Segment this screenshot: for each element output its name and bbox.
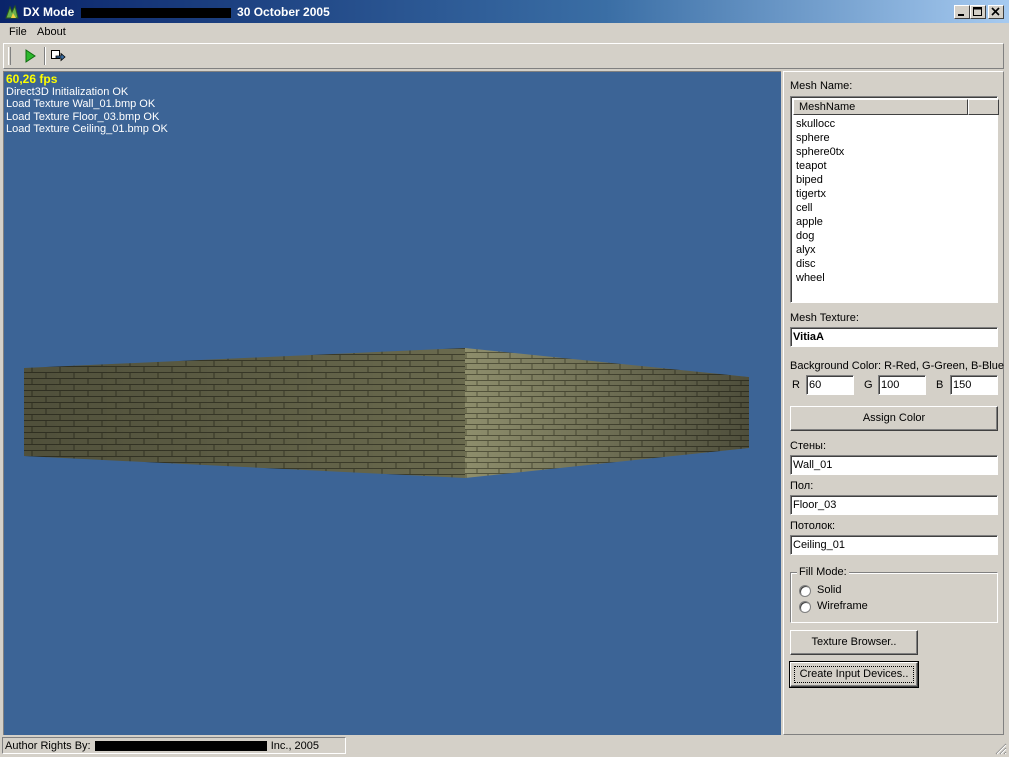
menu-bar: File About bbox=[0, 23, 1009, 42]
window-title-suffix: 30 October 2005 bbox=[237, 5, 330, 19]
menu-about[interactable]: About bbox=[37, 26, 66, 38]
render-viewport[interactable]: 60,26 fps Direct3D Initialization OK Loa… bbox=[3, 71, 781, 735]
window-title: DX Mode 30 October 2005 bbox=[23, 5, 330, 19]
menu-file[interactable]: File bbox=[9, 26, 27, 38]
render-log: 60,26 fps Direct3D Initialization OK Loa… bbox=[6, 73, 168, 136]
status-bar: Author Rights By: Inc., 2005 bbox=[0, 735, 1009, 757]
maximize-button[interactable] bbox=[970, 5, 986, 19]
fill-mode-label: Fill Mode: bbox=[797, 566, 849, 578]
mesh-name-label: Mesh Name: bbox=[790, 80, 853, 92]
fill-wireframe-label: Wireframe bbox=[817, 600, 868, 612]
column-header-meshname[interactable]: MeshName bbox=[793, 99, 968, 115]
toolbar-grip[interactable] bbox=[8, 47, 11, 65]
toolbar bbox=[3, 43, 1004, 69]
list-item[interactable]: sphere bbox=[796, 131, 996, 145]
fill-solid-label: Solid bbox=[817, 584, 842, 596]
list-item[interactable]: disc bbox=[796, 257, 996, 271]
bg-color-label: Background Color: R-Red, G-Green, B-Blue bbox=[790, 360, 1004, 372]
r-label: R bbox=[792, 379, 800, 391]
rendered-room-wall bbox=[24, 348, 749, 478]
mesh-texture-field[interactable]: VitiaA bbox=[790, 327, 998, 347]
mesh-list-items: skullocc sphere sphere0tx teapot biped t… bbox=[796, 117, 996, 285]
fill-mode-group: Fill Mode: Solid Wireframe bbox=[790, 566, 998, 623]
resize-grip-icon[interactable] bbox=[994, 742, 1007, 755]
list-item[interactable]: tigertx bbox=[796, 187, 996, 201]
fps-counter: 60,26 fps bbox=[6, 72, 58, 86]
assign-color-button[interactable]: Assign Color bbox=[790, 406, 998, 431]
app-icon bbox=[5, 4, 19, 19]
list-item[interactable]: sphere0tx bbox=[796, 145, 996, 159]
list-item[interactable]: biped bbox=[796, 173, 996, 187]
list-item[interactable]: dog bbox=[796, 229, 996, 243]
mesh-texture-label: Mesh Texture: bbox=[790, 312, 859, 324]
ceiling-texture-field[interactable]: Ceiling_01 bbox=[790, 535, 998, 555]
b-label: B bbox=[936, 379, 944, 391]
column-header-empty[interactable] bbox=[968, 99, 999, 115]
author-prefix: Author Rights By: bbox=[5, 740, 91, 752]
g-value-field[interactable]: 100 bbox=[878, 375, 926, 395]
floor-texture-field[interactable]: Floor_03 bbox=[790, 495, 998, 515]
export-button[interactable] bbox=[48, 47, 68, 65]
window-title-prefix: DX Mode bbox=[23, 5, 75, 19]
list-item[interactable]: alyx bbox=[796, 243, 996, 257]
focus-rect bbox=[794, 666, 914, 683]
list-item[interactable]: teapot bbox=[796, 159, 996, 173]
close-button[interactable] bbox=[988, 5, 1004, 19]
settings-panel: Mesh Name: MeshName skullocc sphere sphe… bbox=[783, 71, 1004, 735]
close-icon bbox=[991, 7, 1000, 16]
log-line: Load Texture Ceiling_01.bmp OK bbox=[6, 123, 168, 136]
maximize-icon bbox=[973, 7, 982, 16]
floor-label: Пол: bbox=[790, 480, 814, 492]
list-item[interactable]: skullocc bbox=[796, 117, 996, 131]
list-item[interactable]: cell bbox=[796, 201, 996, 215]
create-input-devices-button[interactable]: Create Input Devices.. bbox=[789, 661, 919, 688]
minimize-button[interactable] bbox=[954, 5, 970, 19]
g-label: G bbox=[864, 379, 873, 391]
walls-texture-field[interactable]: Wall_01 bbox=[790, 455, 998, 475]
list-item[interactable]: wheel bbox=[796, 271, 996, 285]
export-icon bbox=[51, 50, 66, 62]
redacted-text bbox=[80, 7, 231, 18]
ceiling-label: Потолок: bbox=[790, 520, 836, 532]
radio-icon[interactable] bbox=[799, 601, 811, 613]
play-icon bbox=[25, 49, 36, 63]
mesh-list[interactable]: MeshName skullocc sphere sphere0tx teapo… bbox=[790, 96, 999, 303]
title-bar[interactable]: DX Mode 30 October 2005 bbox=[0, 0, 1009, 23]
texture-browser-button[interactable]: Texture Browser.. bbox=[790, 630, 918, 655]
run-button[interactable] bbox=[20, 47, 40, 65]
b-value-field[interactable]: 150 bbox=[950, 375, 998, 395]
minimize-icon bbox=[958, 14, 964, 16]
log-line: Load Texture Floor_03.bmp OK bbox=[6, 110, 160, 123]
toolbar-separator bbox=[44, 47, 46, 65]
list-item[interactable]: apple bbox=[796, 215, 996, 229]
walls-label: Стены: bbox=[790, 440, 827, 452]
status-pane-author: Author Rights By: Inc., 2005 bbox=[2, 737, 346, 754]
radio-icon[interactable] bbox=[799, 585, 811, 597]
redacted-text bbox=[94, 741, 267, 752]
log-line: Load Texture Wall_01.bmp OK bbox=[6, 98, 156, 111]
author-suffix: Inc., 2005 bbox=[270, 740, 320, 752]
log-line: Direct3D Initialization OK bbox=[6, 85, 129, 98]
mesh-list-header: MeshName bbox=[793, 99, 999, 115]
r-value-field[interactable]: 60 bbox=[806, 375, 854, 395]
